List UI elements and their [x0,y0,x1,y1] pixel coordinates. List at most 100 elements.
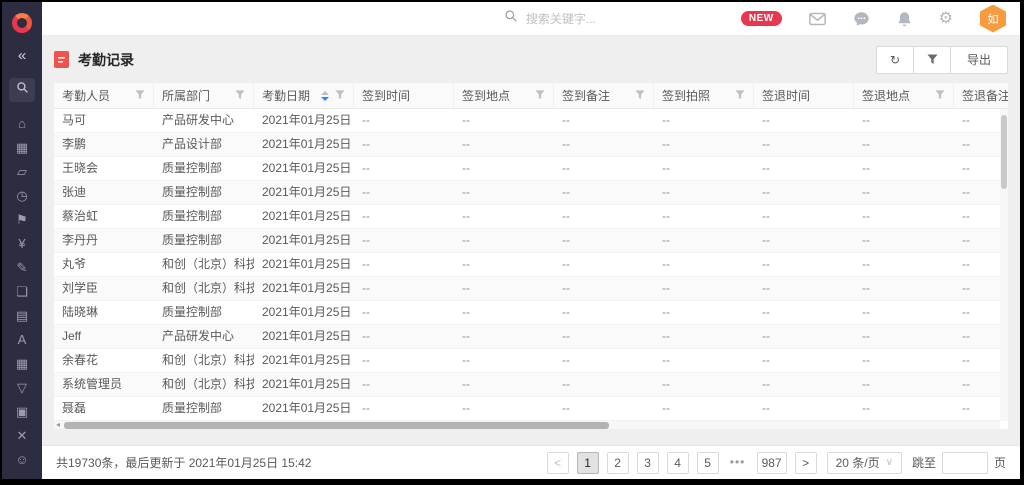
column-header: 签退时间 [754,83,854,108]
approval-icon[interactable]: ▱ [2,160,42,184]
schedule-icon[interactable]: ▦ [2,136,42,160]
column-filter-icon[interactable] [935,89,945,103]
vertical-scrollbar-thumb[interactable] [1001,115,1007,189]
table-row[interactable]: 余春花和创（北京）科技股份...2021年01月25日 00:00-------… [54,349,1008,373]
jump-page-input[interactable] [942,452,988,474]
table-cell: -- [654,373,754,396]
table-cell: -- [554,349,654,372]
column-filter-icon[interactable] [535,89,545,103]
table-row[interactable]: 李鹏产品设计部2021年01月25日 00:00-------------- [54,133,1008,157]
page-button-1[interactable]: 1 [577,452,599,474]
sidebar-search-button[interactable] [9,78,35,102]
table-cell: -- [754,397,854,420]
table-row[interactable]: 李丹丹质量控制部2021年01月25日 00:00-------------- [54,229,1008,253]
table-cell: 聂磊 [54,397,154,420]
emoji-icon[interactable]: ☺ [2,448,42,472]
prev-page-button[interactable]: < [547,452,569,474]
user-avatar[interactable]: 如 [980,5,1006,33]
column-header-label: 考勤日期 [262,87,310,104]
content-area: 考勤记录 ↻ 导出 考勤人员所属部门考勤日期签到时间签到地点签到备注签到拍照签退… [42,36,1020,445]
table-cell: 产品设计部 [154,133,254,156]
column-header: 签到时间 [354,83,454,108]
table-row[interactable]: 蔡治虹质量控制部2021年01月25日 00:00-------------- [54,205,1008,229]
gear-icon[interactable]: ⚙ [939,11,953,27]
table-row[interactable]: Jeff产品研发中心2021年01月25日 00:00-------------… [54,325,1008,349]
table-row[interactable]: 陆晓琳质量控制部2021年01月25日 00:00-------------- [54,301,1008,325]
page-size-select[interactable]: 20 条/页∨ [827,452,902,474]
table-cell: -- [554,205,654,228]
table-cell: 2021年01月25日 00:00 [254,397,354,420]
vertical-scrollbar[interactable] [1000,109,1008,421]
table-row[interactable]: 王晓会质量控制部2021年01月25日 00:00-------------- [54,157,1008,181]
table-cell: 质量控制部 [154,205,254,228]
clipboard-icon[interactable]: ❏ [2,280,42,304]
sidebar: « ⌂▦▱◷⚑¥✎❏▤A▦▽▣✕☺≡❐ [2,2,42,479]
organization-icon[interactable]: ▤ [2,304,42,328]
mail-icon[interactable] [809,12,826,26]
table-cell: -- [354,109,454,132]
export-button[interactable]: 导出 [950,46,1008,74]
table-row[interactable]: 刘学臣和创（北京）科技股份...2021年01月25日 00:00-------… [54,277,1008,301]
share-icon[interactable]: ⚑ [2,208,42,232]
page-button-987[interactable]: 987 [757,452,787,474]
table-row[interactable]: 聂磊质量控制部2021年01月25日 00:00-------------- [54,397,1008,421]
time-icon[interactable]: ◷ [2,184,42,208]
app-logo[interactable] [12,13,32,33]
page-button-5[interactable]: 5 [697,452,719,474]
table-cell: 李丹丹 [54,229,154,252]
table-cell: -- [454,277,554,300]
report-edit-icon[interactable]: ✎ [2,256,42,280]
table-row[interactable]: 系统管理员和创（北京）科技股份...2021年01月25日 00:00-----… [54,373,1008,397]
table-cell: 马可 [54,109,154,132]
table-row[interactable]: 张迪质量控制部2021年01月25日 00:00-------------- [54,181,1008,205]
next-page-button[interactable]: > [795,452,817,474]
finance-icon[interactable]: ¥ [2,232,42,256]
table-cell: -- [654,397,754,420]
close-icon[interactable]: ✕ [2,424,42,448]
search-input[interactable] [526,12,656,26]
table-row[interactable]: 马可产品研发中心2021年01月25日 00:00-------------- [54,109,1008,133]
page-ellipsis[interactable]: ••• [727,452,749,474]
table-cell: 质量控制部 [154,157,254,180]
table-cell: 和创（北京）科技股份... [154,349,254,372]
page-button-4[interactable]: 4 [667,452,689,474]
page-button-3[interactable]: 3 [637,452,659,474]
filter-button[interactable] [913,46,951,74]
table-cell: -- [454,373,554,396]
contacts-icon[interactable]: A [2,328,42,352]
page-button-2[interactable]: 2 [607,452,629,474]
table-cell: -- [454,301,554,324]
global-search[interactable] [504,9,679,28]
column-filter-icon[interactable] [635,89,645,103]
table-cell: 质量控制部 [154,229,254,252]
horizontal-scrollbar-thumb[interactable] [64,422,609,429]
sort-icon[interactable] [321,91,329,101]
horizontal-scrollbar[interactable]: ◂ [54,421,1000,429]
column-filter-icon[interactable] [335,89,345,103]
attendance-calendar-icon[interactable]: ▦ [2,352,42,376]
chat-icon[interactable] [853,11,870,27]
column-filter-icon[interactable] [135,89,145,103]
funnel-icon[interactable]: ▽ [2,376,42,400]
column-filter-icon[interactable] [235,89,245,103]
home-icon[interactable]: ⌂ [2,112,42,136]
new-badge[interactable]: NEW [741,11,782,26]
search-icon [16,81,29,99]
table-cell: -- [654,349,754,372]
column-header-label: 签退时间 [762,87,810,104]
column-header: 签到备注 [554,83,654,108]
table-cell: -- [454,325,554,348]
collapse-sidebar-icon[interactable]: « [18,47,26,64]
column-filter-icon[interactable] [735,89,745,103]
table-cell: -- [854,253,954,276]
column-header-label: 签退地点 [862,87,910,104]
scroll-left-arrow-icon[interactable]: ◂ [54,421,60,429]
device-icon[interactable]: ▣ [2,400,42,424]
bell-icon[interactable] [897,11,912,27]
layers-icon[interactable]: ≡ [2,472,42,479]
table-cell: -- [754,109,854,132]
table-row[interactable]: 丸爷和创（北京）科技股份...2021年01月25日 00:00--------… [54,253,1008,277]
footer-bar: 共19730条，最后更新于 2021年01月25日 15:42 <12345••… [42,445,1020,479]
table-cell: -- [554,133,654,156]
refresh-button[interactable]: ↻ [876,46,914,74]
